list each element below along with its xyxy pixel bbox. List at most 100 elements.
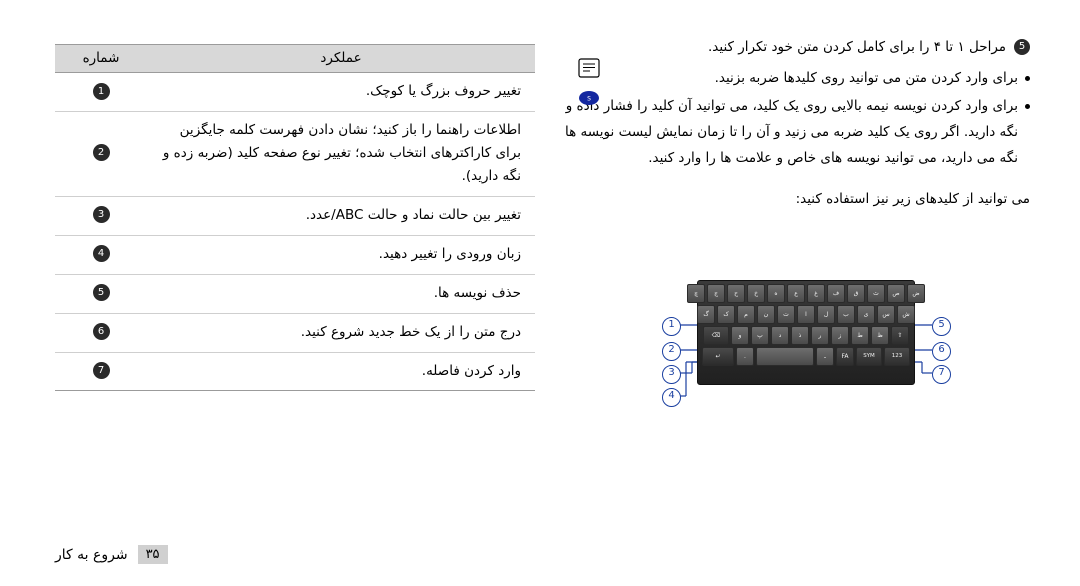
- table-row: زبان ورودی را تغییر دهید. 4: [55, 235, 535, 275]
- key[interactable]: ث: [867, 284, 885, 303]
- step-number-badge: 5: [1014, 39, 1030, 55]
- key[interactable]: و: [731, 326, 749, 345]
- callout-4: 4: [662, 388, 681, 407]
- key[interactable]: ی: [857, 305, 875, 324]
- note-icon-group: S: [560, 58, 600, 118]
- keyboard-row-3: ⇧ ظ ط ز ر ذ د پ و ⌫: [701, 326, 911, 345]
- virtual-keyboard[interactable]: ض ص ث ق ف غ ع ه خ ح ج چ ش س ی ب ل ا ت ن …: [687, 280, 925, 385]
- callout-1: 1: [662, 317, 681, 336]
- table-row: تغییر بین حالت نماد و حالت ABC/عدد. 3: [55, 196, 535, 236]
- number-badge: 3: [92, 206, 110, 224]
- row-number: 4: [55, 235, 147, 275]
- row-description: تغییر بین حالت نماد و حالت ABC/عدد.: [147, 196, 535, 236]
- keyboard-row-4: 123 SYM FA ـ . ↵: [701, 347, 911, 366]
- row-number: 3: [55, 196, 147, 236]
- enter-key[interactable]: ↵: [702, 347, 734, 366]
- key[interactable]: ر: [811, 326, 829, 345]
- callout-5: 5: [932, 317, 951, 336]
- key[interactable]: ز: [831, 326, 849, 345]
- key[interactable]: ع: [787, 284, 805, 303]
- row-description: تغییر حروف بزرگ یا کوچک.: [147, 72, 535, 112]
- key[interactable]: ن: [757, 305, 775, 324]
- row-description: اطلاعات راهنما را باز کنید؛ نشان دادن فه…: [147, 111, 535, 197]
- table-header-row: عملکرد شماره: [55, 44, 535, 73]
- subsection-text: می توانید از کلیدهای زیر نیز استفاده کنی…: [560, 186, 1030, 212]
- number-badge: 6: [92, 323, 110, 341]
- table-row: حذف نویسه ها. 5: [55, 274, 535, 314]
- key[interactable]: ـ: [816, 347, 834, 366]
- row-number: 7: [55, 352, 147, 392]
- key[interactable]: خ: [747, 284, 765, 303]
- key[interactable]: ا: [797, 305, 815, 324]
- step-text: مراحل ۱ تا ۴ را برای کامل کردن متن خود ت…: [708, 39, 1006, 55]
- bullet-text: برای وارد کردن نویسه نیمه بالایی روی یک …: [564, 97, 1018, 167]
- key[interactable]: ض: [907, 284, 925, 303]
- backspace-key[interactable]: ⌫: [703, 326, 729, 345]
- column-header-number: شماره: [55, 44, 147, 73]
- key[interactable]: گ: [697, 305, 715, 324]
- symbol-key[interactable]: SYM: [856, 347, 882, 366]
- shift-key[interactable]: ⇧: [891, 326, 909, 345]
- key[interactable]: ق: [847, 284, 865, 303]
- table-row: تغییر حروف بزرگ یا کوچک. 1: [55, 72, 535, 112]
- key[interactable]: ذ: [791, 326, 809, 345]
- key[interactable]: ش: [897, 305, 915, 324]
- note-icon: [578, 58, 600, 80]
- key[interactable]: ه: [767, 284, 785, 303]
- number-badge: 7: [92, 362, 110, 379]
- table-row: اطلاعات راهنما را باز کنید؛ نشان دادن فه…: [55, 111, 535, 197]
- row-description: درج متن را از یک خط جدید شروع کنید.: [147, 313, 535, 353]
- number-badge: 4: [92, 245, 110, 263]
- key[interactable]: د: [771, 326, 789, 345]
- key[interactable]: ت: [777, 305, 795, 324]
- samsung-logo-icon: S: [578, 88, 600, 110]
- language-key[interactable]: FA: [836, 347, 854, 366]
- right-column: 5 مراحل ۱ تا ۴ را برای کامل کردن متن خود…: [560, 34, 1030, 218]
- key[interactable]: ظ: [871, 326, 889, 345]
- key[interactable]: م: [737, 305, 755, 324]
- table-row: وارد کردن فاصله. 7: [55, 352, 535, 392]
- bullet-dot-icon: [1025, 103, 1030, 109]
- key[interactable]: پ: [751, 326, 769, 345]
- number-badge: 2: [92, 144, 110, 162]
- key-function-table: عملکرد شماره تغییر حروف بزرگ یا کوچک. 1 …: [55, 44, 535, 392]
- key[interactable]: س: [877, 305, 895, 324]
- row-description: حذف نویسه ها.: [147, 274, 535, 314]
- svg-text:S: S: [587, 96, 591, 103]
- numeric-key[interactable]: 123: [884, 347, 910, 366]
- numbered-step: 5 مراحل ۱ تا ۴ را برای کامل کردن متن خود…: [560, 34, 1030, 60]
- list-item: برای وارد کردن متن می توانید روی کلیدها …: [560, 65, 1030, 91]
- keyboard-row-1: ض ص ث ق ف غ ع ه خ ح ج چ: [687, 284, 925, 303]
- table: عملکرد شماره تغییر حروف بزرگ یا کوچک. 1 …: [55, 44, 535, 392]
- number-badge: 1: [92, 82, 110, 100]
- row-number: 1: [55, 72, 147, 112]
- callout-6: 6: [932, 342, 951, 361]
- space-key[interactable]: [756, 347, 814, 366]
- key[interactable]: ح: [727, 284, 745, 303]
- key[interactable]: ص: [887, 284, 905, 303]
- row-number: 5: [55, 274, 147, 314]
- table-row: درج متن را از یک خط جدید شروع کنید. 6: [55, 313, 535, 353]
- row-number: 6: [55, 313, 147, 353]
- page: عملکرد شماره تغییر حروف بزرگ یا کوچک. 1 …: [0, 0, 1080, 586]
- key[interactable]: غ: [807, 284, 825, 303]
- row-number: 2: [55, 111, 147, 197]
- bullet-dot-icon: [1025, 76, 1030, 82]
- key[interactable]: ب: [837, 305, 855, 324]
- key[interactable]: ف: [827, 284, 845, 303]
- row-description: وارد کردن فاصله.: [147, 352, 535, 392]
- bullet-list: برای وارد کردن متن می توانید روی کلیدها …: [560, 65, 1030, 171]
- key[interactable]: چ: [687, 284, 705, 303]
- key[interactable]: ل: [817, 305, 835, 324]
- page-number: ۳۵: [137, 545, 168, 564]
- list-item: برای وارد کردن نویسه نیمه بالایی روی یک …: [560, 93, 1030, 172]
- keyboard-diagram: 1 2 3 4 5 6 7 ض ص ث ق ف غ ع ه خ ح ج چ ش: [640, 270, 970, 430]
- key[interactable]: ج: [707, 284, 725, 303]
- key[interactable]: .: [736, 347, 754, 366]
- callout-3: 3: [662, 365, 681, 384]
- key[interactable]: ک: [717, 305, 735, 324]
- subsection-label: می توانید از کلیدهای زیر نیز استفاده کنی…: [795, 190, 1030, 207]
- callout-7: 7: [932, 365, 951, 384]
- key[interactable]: ط: [851, 326, 869, 345]
- bullet-text: برای وارد کردن متن می توانید روی کلیدها …: [714, 70, 1018, 87]
